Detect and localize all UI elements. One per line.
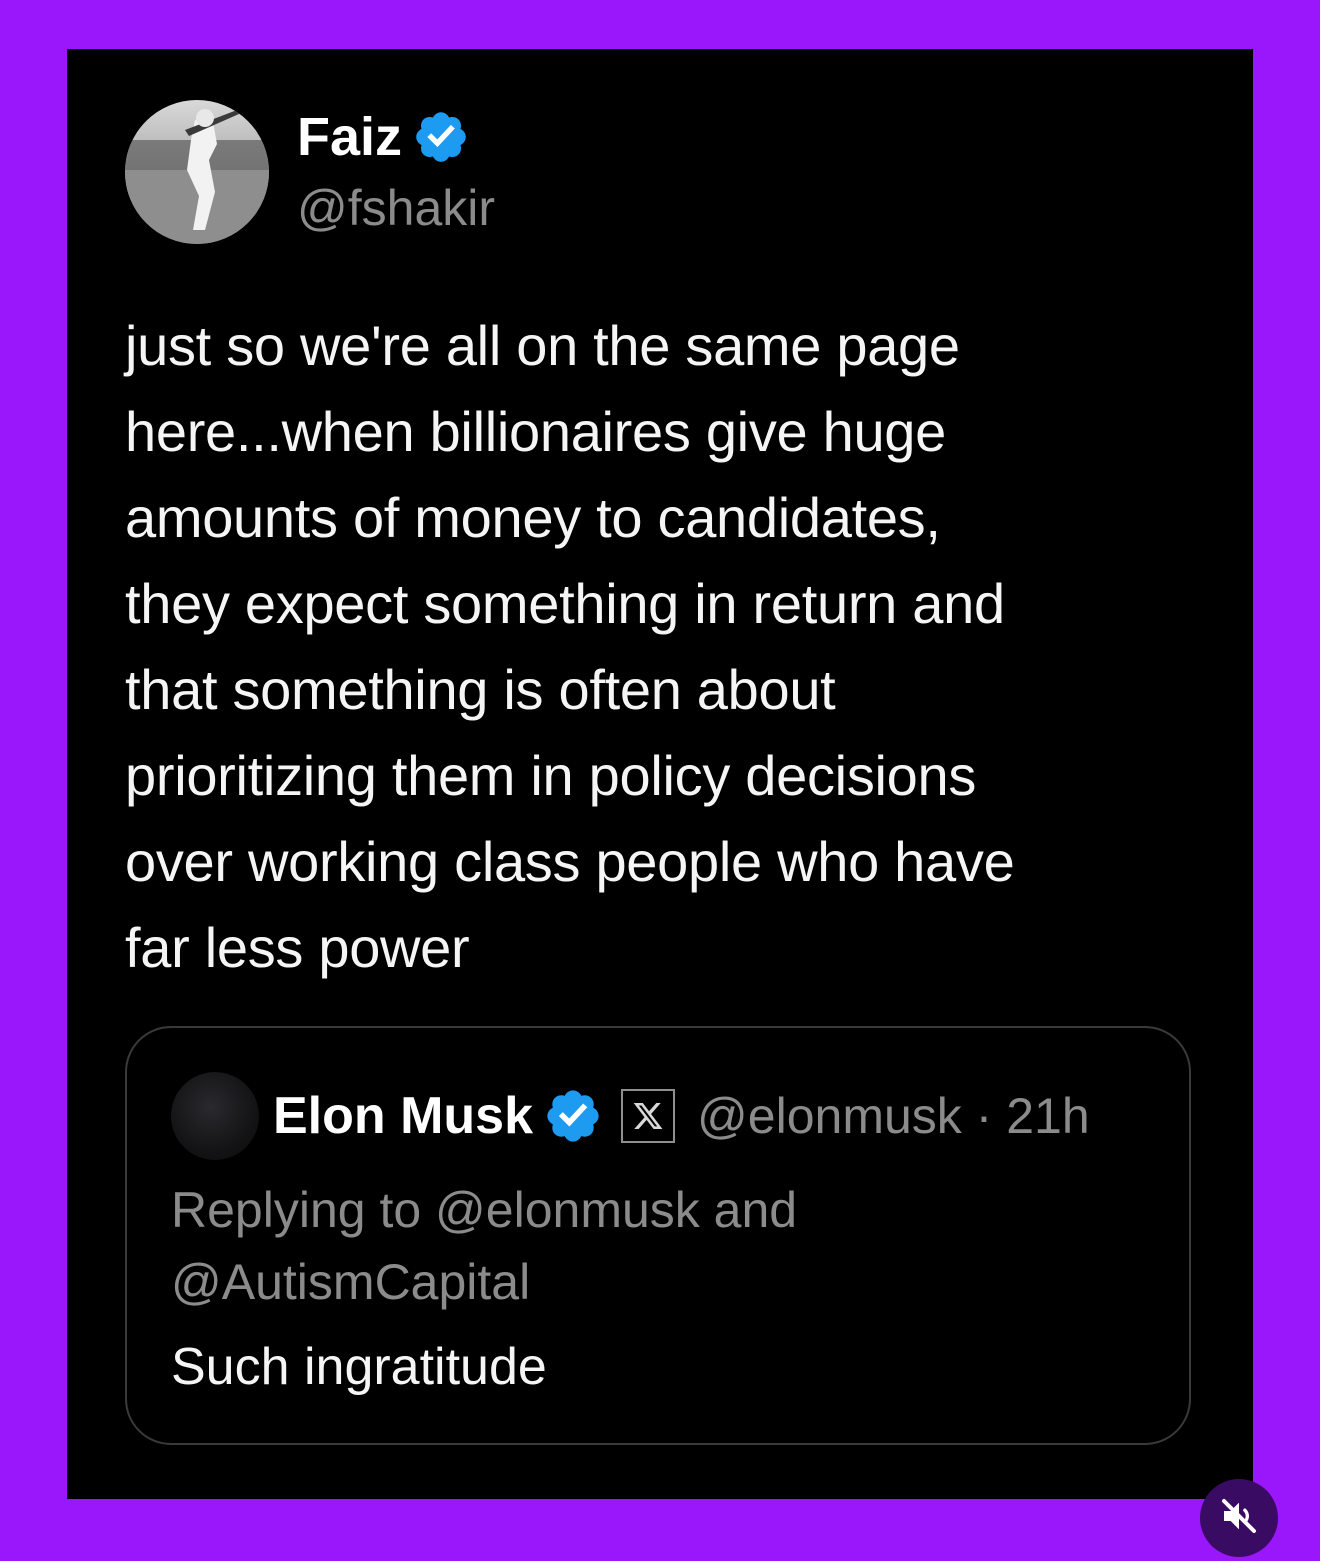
author-name[interactable]: Faiz xyxy=(297,109,402,165)
x-logo-icon xyxy=(621,1089,676,1143)
quoted-author-avatar[interactable] xyxy=(171,1072,259,1160)
quoted-handle-time[interactable]: @elonmusk · 21h xyxy=(697,1086,1090,1146)
replying-to-line: Replying to @elonmusk and @AutismCapital xyxy=(171,1182,798,1310)
tweet-body: just so we're all on the same page here.… xyxy=(125,314,1015,979)
mute-toggle-button[interactable] xyxy=(1200,1479,1278,1557)
tweet-card: Faiz @fshakir just so we're all on the s… xyxy=(67,49,1253,1499)
verified-badge-icon xyxy=(543,1086,603,1146)
speaker-muted-icon xyxy=(1219,1496,1259,1541)
avatar-photo xyxy=(125,100,269,244)
author-handle[interactable]: @fshakir xyxy=(297,179,495,237)
author-avatar[interactable] xyxy=(125,100,269,244)
verified-badge-icon xyxy=(412,108,470,166)
quoted-tweet[interactable]: Elon Musk @elonmusk · 21h Replying to @e… xyxy=(125,1026,1191,1445)
quoted-author-name[interactable]: Elon Musk xyxy=(273,1086,533,1146)
author-name-row: Faiz xyxy=(297,109,470,165)
quoted-tweet-header: Elon Musk @elonmusk · 21h xyxy=(273,1080,1090,1152)
quoted-tweet-body: Such ingratitude xyxy=(171,1338,547,1396)
